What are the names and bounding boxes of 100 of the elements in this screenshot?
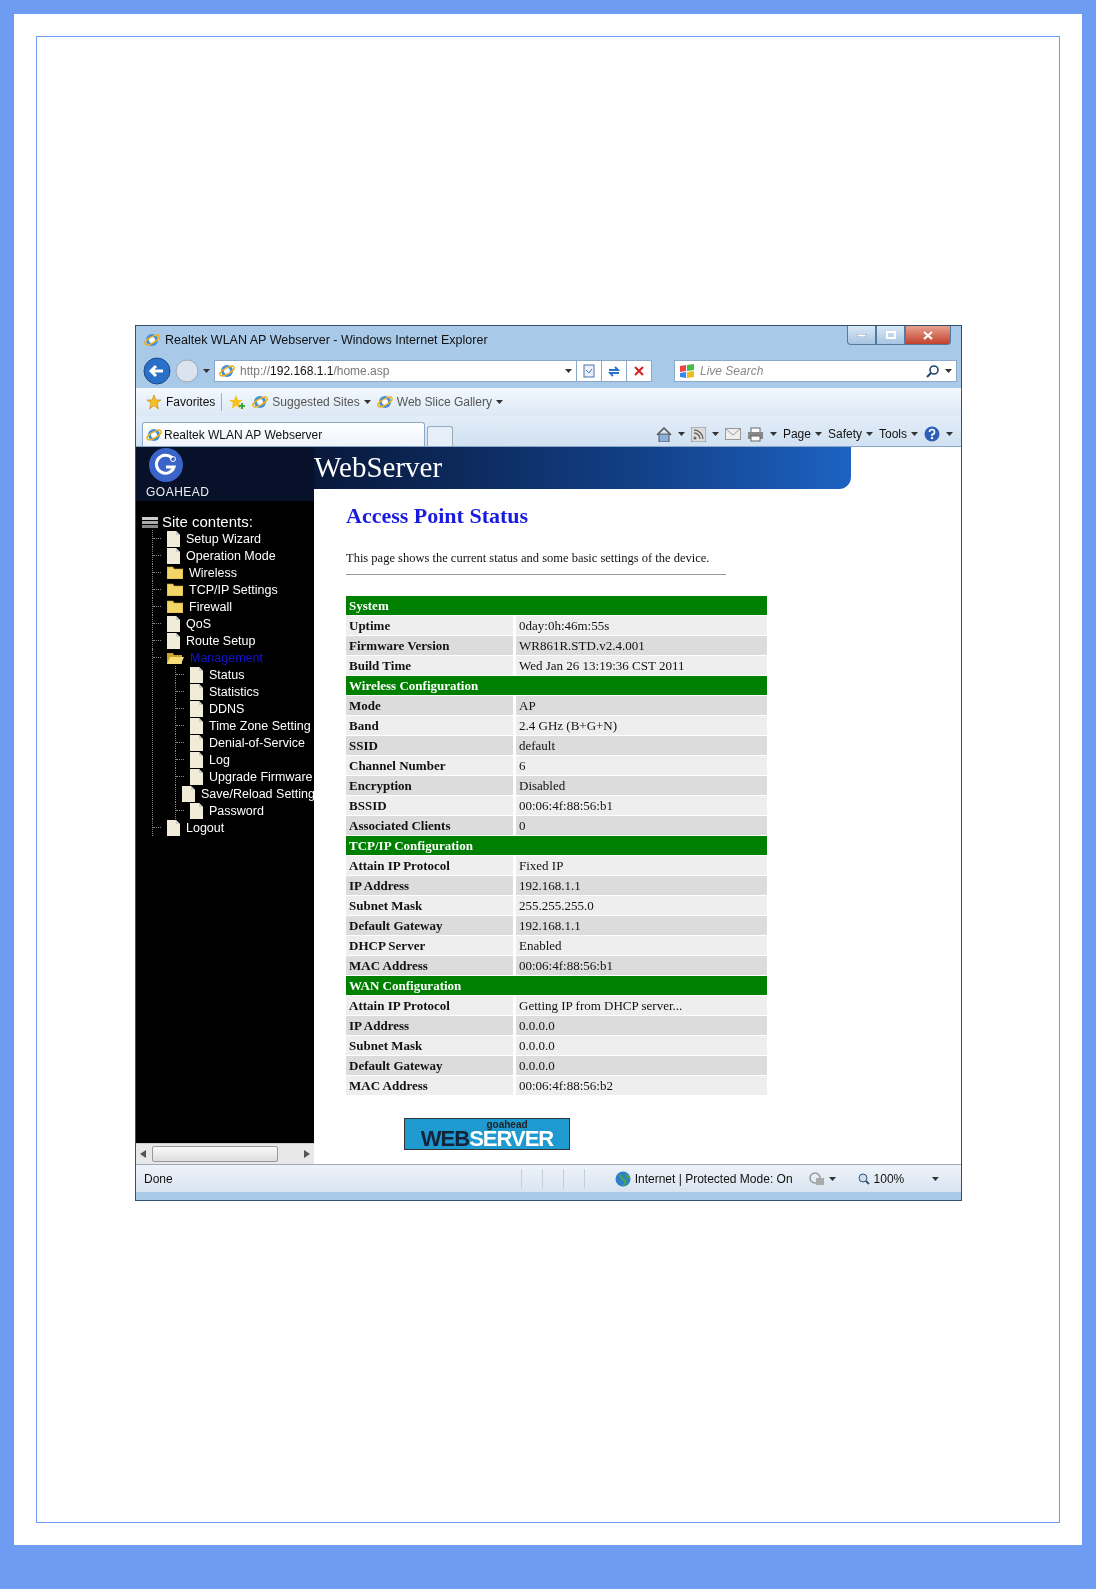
scrollbar-thumb[interactable]: [152, 1146, 278, 1162]
caret-icon: [814, 432, 822, 436]
minimize-button[interactable]: [847, 326, 876, 345]
field-label: Encryption: [346, 776, 516, 795]
page-title: Access Point Status: [346, 503, 530, 529]
caret-icon: [828, 1176, 836, 1181]
logo-text: GOAHEAD: [146, 485, 210, 499]
caret-icon: [866, 432, 873, 436]
address-field[interactable]: http://192.168.1.1/home.asp: [214, 360, 577, 382]
field-value: Enabled: [516, 936, 767, 955]
document-icon: [167, 819, 180, 836]
document-icon: [190, 802, 203, 819]
field-value: AP: [516, 696, 767, 715]
field-value: 0: [516, 816, 767, 835]
zoom-icon: [857, 1172, 870, 1185]
caret-icon: [363, 400, 371, 404]
field-value: default: [516, 736, 767, 755]
field-label: Attain IP Protocol: [346, 996, 516, 1015]
sidebar-link[interactable]: Setup Wizard: [186, 531, 262, 546]
search-icon[interactable]: [926, 364, 940, 378]
document-icon: [167, 632, 180, 649]
search-field[interactable]: Live Search: [674, 360, 957, 382]
document-icon: [190, 717, 203, 734]
sidebar-link[interactable]: Firewall: [189, 599, 233, 614]
field-value: 192.168.1.1: [516, 876, 767, 895]
sidebar-link[interactable]: Upgrade Firmware: [209, 769, 313, 784]
stop-icon[interactable]: [627, 360, 652, 382]
menu-button[interactable]: Page: [782, 427, 822, 441]
document-icon: [190, 666, 203, 683]
compatibility-view-icon[interactable]: [577, 360, 602, 382]
caret-icon: [932, 1176, 939, 1181]
search-engine-icon: [679, 364, 695, 378]
sidebar-link[interactable]: Status: [209, 667, 245, 682]
favorites-link[interactable]: Suggested Sites: [252, 394, 371, 410]
sidebar-link[interactable]: Logout: [186, 820, 225, 835]
caret-icon: [946, 432, 953, 436]
add-favorite-icon[interactable]: [228, 394, 247, 410]
field-label: MAC Address: [346, 1076, 516, 1095]
star-icon: [146, 394, 162, 410]
page-description: This page shows the current status and some basic settings of the device.: [346, 551, 726, 575]
sidebar-link[interactable]: Time Zone Setting: [209, 718, 311, 733]
zoom-button[interactable]: 100%: [857, 1171, 905, 1186]
refresh-icon[interactable]: [602, 360, 627, 382]
sidebar-link[interactable]: Save/Reload Setting: [201, 786, 315, 801]
sidebar-link[interactable]: QoS: [186, 616, 211, 631]
browser-icon: [376, 394, 393, 410]
field-label: Build Time: [346, 656, 516, 675]
field-label: Uptime: [346, 616, 516, 635]
server-icon: [142, 515, 158, 528]
printer-icon[interactable]: [746, 426, 764, 442]
field-value: 255.255.255.0: [516, 896, 767, 915]
field-value: 00:06:4f:88:56:b1: [516, 796, 767, 815]
sidebar-link[interactable]: Operation Mode: [186, 548, 276, 563]
feed-icon[interactable]: [690, 426, 706, 442]
field-value: Fixed IP: [516, 856, 767, 875]
sidebar-link[interactable]: Route Setup: [186, 633, 256, 648]
caret-icon: [711, 432, 719, 436]
field-value: Wed Jan 26 13:19:36 CST 2011: [516, 656, 767, 675]
field-value: 00:06:4f:88:56:b2: [516, 1076, 767, 1095]
caret-icon: [769, 432, 777, 436]
browser-icon: [144, 332, 160, 348]
browser-icon: [219, 363, 235, 379]
field-label: DHCP Server: [346, 936, 516, 955]
field-label: Associated Clients: [346, 816, 516, 835]
favorites-link[interactable]: Web Slice Gallery: [376, 394, 503, 410]
document-icon: [182, 785, 195, 802]
window-title: Realtek WLAN AP Webserver - Windows Internet Explorer: [165, 333, 489, 347]
scroll-left-icon: [140, 1150, 146, 1158]
horizontal-scrollbar[interactable]: [136, 1143, 314, 1164]
mail-icon[interactable]: [724, 428, 741, 440]
sidebar-link[interactable]: DDNS: [209, 701, 245, 716]
sidebar-link[interactable]: Password: [209, 803, 264, 818]
document-icon: [167, 530, 180, 547]
section-header: WAN Configuration: [346, 976, 767, 995]
banner-title: WebServer: [314, 450, 443, 484]
field-label: Subnet Mask: [346, 896, 516, 915]
menu-button[interactable]: Safety: [827, 427, 873, 441]
maximize-button[interactable]: [876, 326, 905, 345]
sidebar-link[interactable]: Wireless: [189, 565, 237, 580]
browser-tab[interactable]: Realtek WLAN AP Webserver: [142, 422, 425, 446]
sidebar-link[interactable]: Log: [209, 752, 230, 767]
caret-icon: [565, 369, 572, 373]
home-icon[interactable]: [655, 426, 672, 442]
document-icon: [190, 683, 203, 700]
sidebar-link[interactable]: TCP/IP Settings: [189, 582, 278, 597]
field-value: 0.0.0.0: [516, 1036, 767, 1055]
field-value: 00:06:4f:88:56:b1: [516, 956, 767, 975]
section-header: Wireless Configuration: [346, 676, 767, 695]
close-button[interactable]: [905, 326, 951, 345]
field-label: Mode: [346, 696, 516, 715]
favorites-button[interactable]: Favorites: [146, 394, 216, 410]
sidebar-link[interactable]: Statistics: [209, 684, 259, 699]
field-value: 2.4 GHz (B+G+N): [516, 716, 767, 735]
back-button[interactable]: [143, 357, 171, 385]
help-icon[interactable]: [924, 426, 940, 442]
field-label: SSID: [346, 736, 516, 755]
sidebar-link[interactable]: Denial-of-Service: [209, 735, 305, 750]
menu-button[interactable]: Tools: [879, 427, 918, 441]
field-label: Attain IP Protocol: [346, 856, 516, 875]
document-icon: [190, 700, 203, 717]
